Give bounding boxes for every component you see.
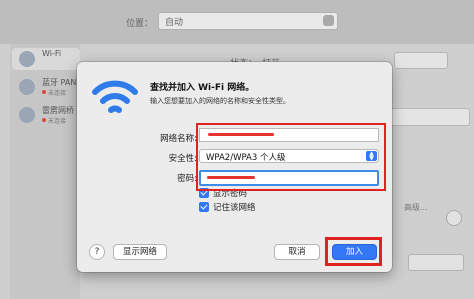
network-name-select-background[interactable]	[388, 108, 470, 126]
remember-network-label[interactable]: 记住该网络	[213, 201, 256, 213]
location-select[interactable]: 自动	[158, 12, 338, 30]
location-label: 位置：	[126, 19, 154, 29]
annotation-highlight-form	[196, 123, 386, 191]
sidebar-item-status: 未连接	[48, 90, 67, 97]
sidebar-item-label: 雷雳网桥	[42, 106, 74, 115]
advanced-button[interactable]: 高级...	[404, 202, 428, 213]
network-name-label: 网络名称:	[160, 134, 197, 144]
chevron-down-icon	[323, 15, 334, 26]
show-networks-button[interactable]: 显示网络	[113, 244, 167, 260]
network-service-icon	[19, 51, 35, 67]
sidebar-item-label: 蓝牙 PAN	[42, 78, 77, 87]
sidebar-item-label: Wi-Fi	[42, 49, 62, 58]
sidebar-item[interactable]: 雷雳网桥 未连接	[12, 104, 80, 126]
status-dot-icon	[42, 90, 46, 94]
password-label: 密码:	[177, 174, 197, 184]
help-button[interactable]: ?	[89, 244, 105, 260]
annotation-highlight-join	[325, 237, 382, 266]
wifi-toggle-button[interactable]	[394, 52, 448, 69]
location-value: 自动	[165, 18, 184, 28]
sidebar-item[interactable]: Wi-Fi	[12, 48, 80, 70]
security-label: 安全性:	[168, 154, 197, 164]
sidebar-item[interactable]: 蓝牙 PAN 未连接	[12, 76, 80, 98]
help-icon[interactable]	[446, 210, 462, 226]
status-dot-icon	[42, 118, 46, 122]
apply-button[interactable]	[408, 254, 464, 271]
network-service-icon	[19, 79, 35, 95]
dialog-title: 查找并加入 Wi-Fi 网络。	[150, 83, 255, 93]
wifi-icon	[92, 80, 138, 113]
cancel-button[interactable]: 取消	[274, 244, 320, 260]
dialog-subtitle: 输入您想要加入的网络的名称和安全性类型。	[150, 97, 290, 105]
remember-network-checkbox[interactable]	[199, 202, 209, 212]
network-service-icon	[19, 107, 35, 123]
sidebar-item-status: 未连接	[48, 118, 67, 125]
